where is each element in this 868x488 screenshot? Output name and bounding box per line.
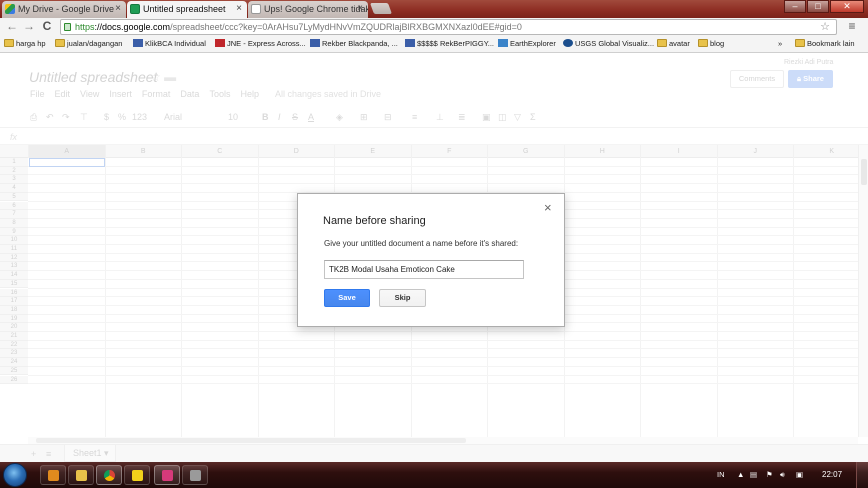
earthexplorer-icon: [498, 39, 508, 47]
bookmark-label: JNE - Express Across...: [227, 39, 306, 48]
folder-icon: [795, 39, 805, 47]
chrome-menu-icon[interactable]: ≡: [845, 19, 859, 33]
app-icon: [190, 470, 201, 481]
bookmarks-overflow-button[interactable]: »: [778, 38, 782, 49]
url-path: /spreadsheet/ccc?key=0ArAHsu7LyMydHNvVmZ…: [170, 22, 522, 32]
show-desktop-button[interactable]: [856, 462, 868, 488]
clock[interactable]: 22:07: [822, 462, 842, 488]
folder-icon: [76, 470, 87, 481]
page-icon: [310, 39, 320, 47]
window-controls: – □ ✕: [783, 0, 864, 13]
start-button[interactable]: [3, 463, 27, 487]
tab-title: My Drive - Google Drive: [18, 4, 115, 14]
address-bar[interactable]: https://docs.google.com/spreadsheet/ccc?…: [60, 19, 837, 35]
klikbca-icon: [133, 39, 143, 47]
maximize-button[interactable]: □: [807, 0, 829, 13]
bookmark-label: EarthExplorer: [510, 39, 556, 48]
bookmark-jne[interactable]: JNE - Express Across...: [215, 38, 306, 49]
bookmark-harga-hp[interactable]: harga hp: [4, 38, 46, 49]
skip-button[interactable]: Skip: [379, 289, 426, 307]
network-icon[interactable]: ▤: [750, 462, 757, 488]
folder-icon: [698, 39, 708, 47]
show-hidden-icons-icon[interactable]: ▲: [737, 462, 744, 488]
bookmark-label: KlikBCA Individual: [145, 39, 206, 48]
google-drive-icon: [5, 4, 15, 14]
bookmark-usgs[interactable]: USGS Global Visualiz...: [563, 38, 654, 49]
bookmarks-bar: harga hp jualan/dagangan KlikBCA Individ…: [0, 36, 868, 53]
dialog-title: Name before sharing: [323, 215, 426, 227]
taskbar-chrome[interactable]: [96, 465, 122, 485]
bookmark-jualan[interactable]: jualan/dagangan: [55, 38, 122, 49]
back-arrow-icon[interactable]: ←: [5, 19, 19, 33]
folder-icon: [657, 39, 667, 47]
url-host: ://docs.google.com: [94, 22, 171, 32]
bookmark-label: USGS Global Visualiz...: [575, 39, 655, 48]
windows-taskbar: IN ▲ ▤ ⚑ 🔊︎ ▣ 22:07: [0, 462, 868, 488]
tab-strip: My Drive - Google Drive × Untitled sprea…: [0, 0, 868, 18]
close-window-button[interactable]: ✕: [830, 0, 864, 13]
tab-title: Ups! Google Chrome tidak: [264, 4, 368, 14]
bookmark-label: avatar: [669, 39, 690, 48]
taskbar-messenger[interactable]: [154, 465, 180, 485]
bookmark-klikbca[interactable]: KlikBCA Individual: [133, 38, 206, 49]
language-indicator[interactable]: IN: [717, 462, 725, 488]
folder-icon: [4, 39, 14, 47]
bookmark-label: blog: [710, 39, 725, 48]
name-before-sharing-dialog: × Name before sharing Give your untitled…: [297, 193, 565, 327]
google-sheets-icon: [130, 4, 140, 14]
taskbar-app[interactable]: [124, 465, 150, 485]
bookmark-rekber-blackpanda[interactable]: Rekber Blackpanda, ...: [310, 38, 398, 49]
usgs-globe-icon: [563, 39, 573, 47]
forward-arrow-icon[interactable]: →: [22, 19, 36, 33]
bookmark-label: $$$$$ RekBerPIGGY...: [417, 39, 494, 48]
bookmark-rekber-piggy[interactable]: $$$$$ RekBerPIGGY...: [405, 38, 494, 49]
tab-my-drive[interactable]: My Drive - Google Drive ×: [2, 1, 126, 18]
lightning-icon: [132, 470, 143, 481]
taskbar-app2[interactable]: [182, 465, 208, 485]
tab-title: Untitled spreadsheet: [143, 4, 226, 14]
volume-icon[interactable]: 🔊︎: [780, 462, 785, 488]
bookmark-earthexplorer[interactable]: EarthExplorer: [498, 38, 556, 49]
chrome-icon: [104, 470, 115, 481]
bookmark-label: jualan/dagangan: [67, 39, 123, 48]
taskbar-media-player[interactable]: [40, 465, 66, 485]
action-icon[interactable]: ▣: [796, 462, 803, 488]
bookmark-label: Bookmark lain: [807, 39, 855, 48]
tab-chrome-error[interactable]: Ups! Google Chrome tidak ×: [248, 1, 368, 18]
jne-icon: [215, 39, 225, 47]
media-player-icon: [48, 470, 59, 481]
bookmark-blog[interactable]: blog: [698, 38, 724, 49]
minimize-button[interactable]: –: [784, 0, 806, 13]
other-bookmarks[interactable]: Bookmark lain: [795, 38, 855, 49]
taskbar-explorer[interactable]: [68, 465, 94, 485]
tab-untitled-spreadsheet[interactable]: Untitled spreadsheet ×: [127, 1, 247, 18]
save-button[interactable]: Save: [324, 289, 370, 307]
browser-window: My Drive - Google Drive × Untitled sprea…: [0, 0, 868, 488]
folder-icon: [55, 39, 65, 47]
page-icon: [251, 4, 261, 14]
reload-icon[interactable]: C: [40, 19, 54, 33]
bookmark-star-icon[interactable]: ☆: [820, 20, 830, 34]
dialog-message: Give your untitled document a name befor…: [324, 239, 519, 248]
bookmark-label: Rekber Blackpanda, ...: [322, 39, 398, 48]
url-scheme: https: [75, 22, 95, 32]
new-tab-button[interactable]: [369, 3, 393, 14]
bookmark-label: harga hp: [16, 39, 46, 48]
close-tab-icon[interactable]: ×: [357, 1, 363, 17]
messenger-icon: [162, 470, 173, 481]
page-icon: [405, 39, 415, 47]
lock-icon: [64, 23, 71, 31]
close-tab-icon[interactable]: ×: [236, 1, 242, 17]
bookmark-avatar[interactable]: avatar: [657, 38, 690, 49]
document-name-input[interactable]: [324, 260, 524, 279]
close-tab-icon[interactable]: ×: [115, 1, 121, 17]
close-icon[interactable]: ×: [544, 201, 552, 214]
browser-toolbar: ← → C https://docs.google.com/spreadshee…: [0, 18, 868, 36]
flag-icon[interactable]: ⚑: [766, 462, 773, 488]
